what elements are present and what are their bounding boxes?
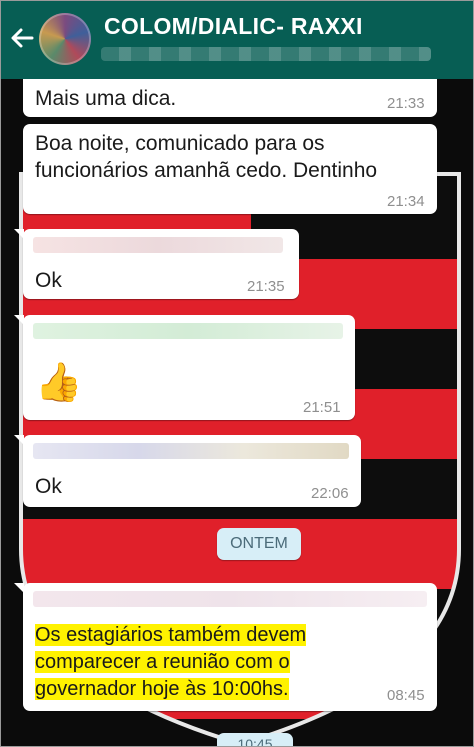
highlighted-line: Os estagiários também devem [35, 624, 307, 646]
message-time: 21:33 [387, 95, 425, 112]
group-avatar[interactable] [39, 13, 91, 65]
thumbs-up-icon: 👍 [35, 362, 83, 404]
message-bubble[interactable]: Ok 22:06 [14, 435, 361, 507]
partial-date-chip: 10:45 [217, 733, 293, 746]
message-time: 08:45 [387, 687, 425, 704]
message-time: 22:06 [311, 485, 349, 502]
chat-header: COLOM/DIALIC- RAXXI [1, 1, 473, 79]
message-time: 21:35 [247, 278, 285, 295]
sender-name-blurred [33, 237, 283, 253]
arrow-back-icon[interactable] [7, 23, 37, 53]
chat-title[interactable]: COLOM/DIALIC- RAXXI [104, 13, 363, 40]
message-time: 21:34 [387, 193, 425, 210]
message-text: Os estagiários também devem comparecer a… [35, 622, 307, 703]
sender-name-blurred [33, 591, 427, 607]
chat-window: COLOM/DIALIC- RAXXI Mais uma dica. 21:33… [0, 0, 474, 747]
message-text: Boa noite, comunicado para os funcionári… [35, 132, 378, 182]
chat-subtitle-blurred [101, 47, 431, 61]
message-text: Ok [35, 269, 62, 292]
message-bubble[interactable]: Boa noite, comunicado para os funcionári… [23, 124, 437, 214]
sender-name-blurred [33, 323, 343, 339]
highlighted-line: comparecer a reunião com o [35, 651, 290, 673]
message-text: Ok [35, 475, 62, 498]
sender-name-blurred [33, 443, 349, 459]
message-bubble[interactable]: Os estagiários também devem comparecer a… [14, 583, 437, 711]
message-bubble[interactable]: 👍 21:51 [14, 315, 355, 420]
message-bubble[interactable]: Ok 21:35 [14, 229, 299, 299]
highlighted-line: governador hoje às 10:00hs. [35, 678, 289, 700]
date-divider: ONTEM [217, 528, 301, 560]
message-time: 21:51 [303, 399, 341, 416]
message-text: Mais uma dica. [35, 87, 177, 110]
